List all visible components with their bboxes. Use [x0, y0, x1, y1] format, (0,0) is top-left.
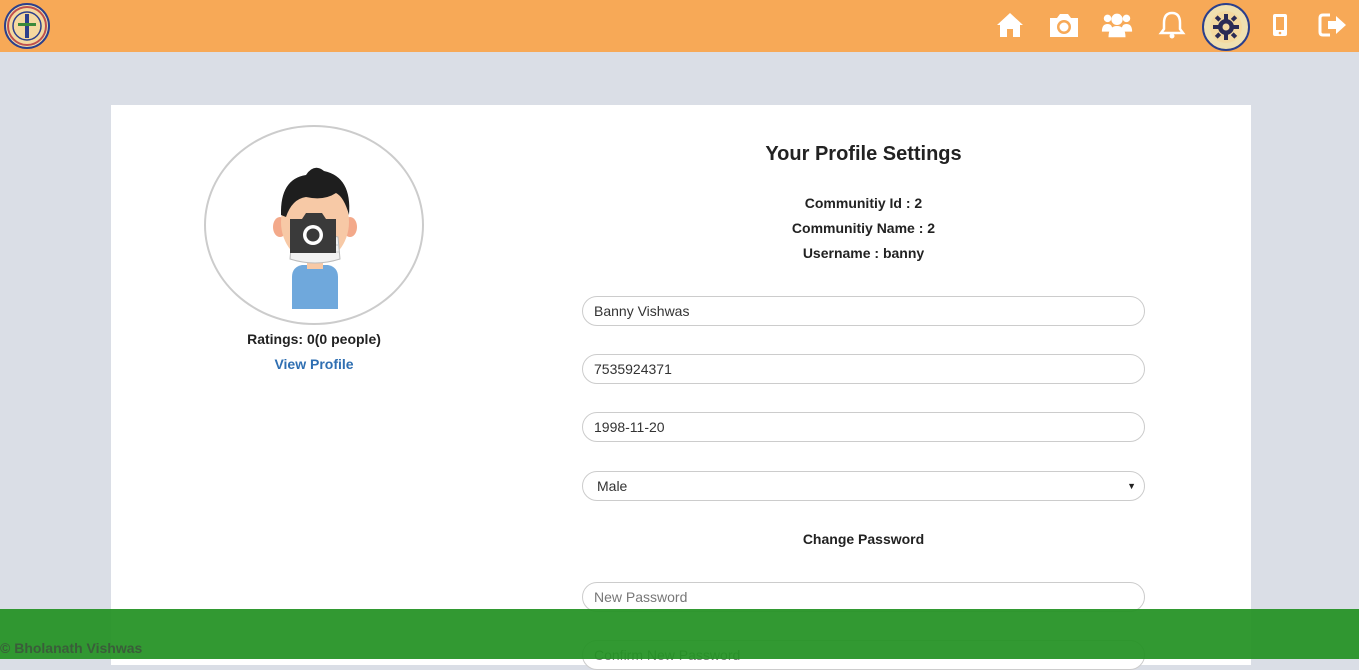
- avatar-illustration: [273, 167, 357, 309]
- username-text: Username : banny: [802, 245, 925, 261]
- profile-settings-card: Ratings: 0(0 people) View Profile Your P…: [111, 105, 1251, 670]
- camera-icon[interactable]: [1047, 8, 1081, 42]
- profile-avatar[interactable]: [204, 125, 424, 325]
- footer-bar: [0, 609, 1359, 659]
- view-profile-link[interactable]: View Profile: [207, 356, 421, 372]
- community-name-text: Communitiy Name : 2: [791, 220, 936, 236]
- bell-icon[interactable]: [1155, 8, 1189, 42]
- settings-icon[interactable]: [1202, 3, 1250, 51]
- dropdown-arrow-icon: ▼: [1127, 481, 1136, 491]
- copyright-text: © Bholanath Vishwas: [0, 640, 143, 656]
- page-title: Your Profile Settings: [765, 143, 962, 165]
- dob-field[interactable]: [582, 412, 1145, 442]
- new-password-field[interactable]: [582, 582, 1145, 612]
- ratings-text: Ratings: 0(0 people): [247, 331, 381, 347]
- logo-emblem-icon: [7, 6, 47, 46]
- gender-select-value: Male: [597, 478, 628, 494]
- site-logo[interactable]: [4, 3, 50, 49]
- mobile-icon[interactable]: [1263, 8, 1297, 42]
- users-icon[interactable]: [1100, 8, 1134, 42]
- top-navbar: [0, 0, 1359, 52]
- gender-select[interactable]: Male ▼: [582, 471, 1145, 501]
- community-id-text: Communitiy Id : 2: [804, 195, 923, 211]
- phone-field[interactable]: [582, 354, 1145, 384]
- change-password-heading: Change Password: [802, 531, 925, 547]
- home-icon[interactable]: [993, 8, 1027, 42]
- full-name-field[interactable]: [582, 296, 1145, 326]
- logout-icon[interactable]: [1316, 8, 1350, 42]
